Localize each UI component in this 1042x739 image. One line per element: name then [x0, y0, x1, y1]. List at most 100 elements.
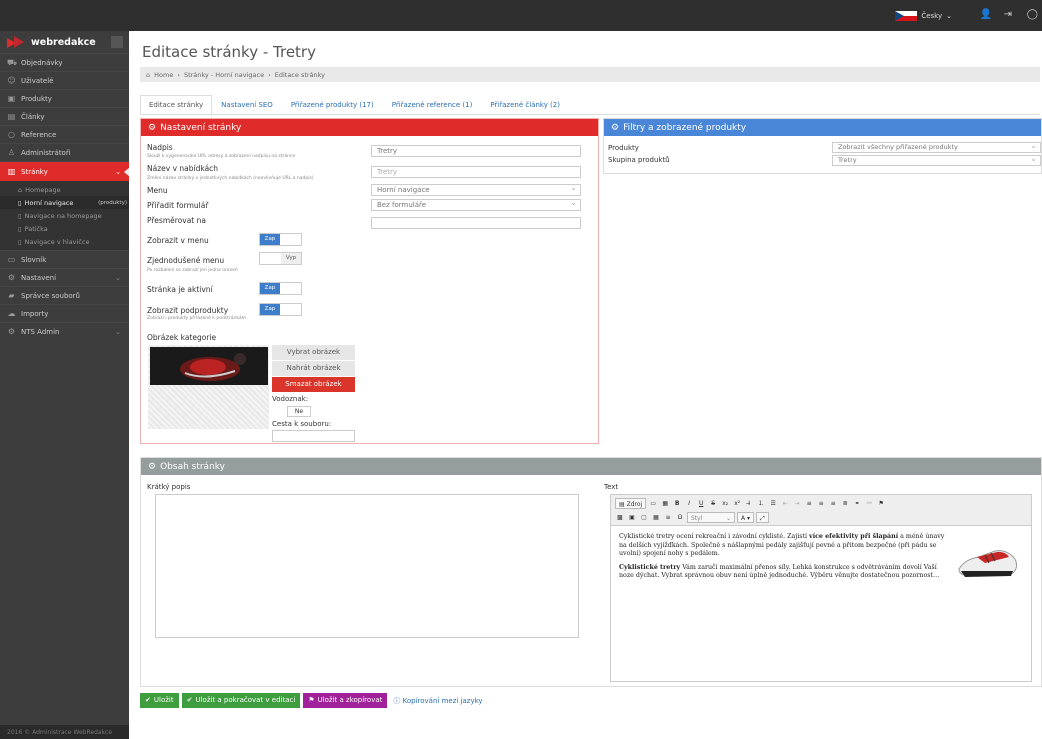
image-icon[interactable]: ▩ — [615, 512, 625, 523]
indent-icon[interactable]: ⇥ — [792, 498, 802, 509]
nazev-input[interactable]: Tretry — [371, 166, 581, 178]
align-right-icon[interactable]: ≡ — [828, 498, 838, 509]
users-icon: ☺ — [7, 76, 16, 85]
sidebar-item-reference[interactable]: ○ Reference — [0, 125, 129, 143]
sidebar-item-files[interactable]: ▰ Správce souborů — [0, 286, 129, 304]
brand[interactable]: webredakce — [0, 31, 129, 53]
flash-icon[interactable]: ▣ — [627, 512, 637, 523]
special-char-icon[interactable]: Ω — [675, 512, 685, 523]
path-label: Cesta k souboru: — [272, 420, 332, 428]
short-desc-textarea[interactable] — [155, 494, 579, 638]
breadcrumb-separator: › — [177, 71, 180, 79]
sidebar-subitem-footer[interactable]: ▯ Patička — [0, 222, 129, 235]
anchor-icon[interactable]: ⚑ — [876, 498, 886, 509]
main-content: Editace stránky - Tretry ⌂ Home › Stránk… — [129, 31, 1042, 739]
sidebar-item-dictionary[interactable]: ▭ Slovník — [0, 250, 129, 268]
breadcrumb-home[interactable]: Home — [154, 71, 173, 79]
sidebar-item-imports[interactable]: ☁ Importy — [0, 304, 129, 322]
underline-icon[interactable]: U — [696, 498, 706, 509]
show-menu-toggle[interactable]: Zap — [259, 233, 302, 246]
language-switcher[interactable]: Česky ⌄ — [895, 11, 952, 21]
numbered-list-icon[interactable]: ⒈ — [756, 498, 766, 509]
user-icon[interactable]: 👤 — [980, 9, 992, 20]
button-label: Uložit — [153, 696, 174, 704]
sidebar-item-label: Uživatelé — [21, 76, 54, 85]
page-settings-panel: ⚙ Nastavení stránky Nadpis Slouží k vygen… — [140, 118, 599, 444]
sidebar-subitem-header-nav[interactable]: ▯ Navigace v hlavičce — [0, 235, 129, 248]
save-continue-button[interactable]: ✔ Uložit a pokračovat v editaci — [181, 693, 301, 708]
save-copy-button[interactable]: ⚑ Uložit a zkopírovat — [303, 693, 388, 708]
maximize-icon[interactable]: ⤢ — [756, 512, 769, 523]
toggle-off-label: Vyp — [281, 253, 301, 264]
tab-seo[interactable]: Nastavení SEO — [212, 95, 282, 115]
hr-icon[interactable]: ≡ — [663, 512, 673, 523]
sidebar-item-label: Nastavení — [21, 273, 57, 282]
nazev-label: Název v nabídkách — [147, 164, 219, 173]
sidebar-subitem-homepage[interactable]: ⌂ Homepage — [0, 183, 129, 196]
upload-image-button[interactable]: Nahrát obrázek — [272, 361, 355, 376]
justify-icon[interactable]: ≣ — [840, 498, 850, 509]
settings-icon[interactable]: ◯ — [1027, 9, 1038, 20]
gear-icon: ⚙ — [7, 327, 16, 336]
sidebar-item-nts-admin[interactable]: ⚙ NTS Admin ⌄ — [0, 322, 129, 340]
nadpis-input[interactable]: Tretry — [371, 145, 581, 157]
sidebar-item-pages[interactable]: ▥ Stránky ⌄ — [0, 161, 130, 181]
show-menu-label: Zobrazit v menu — [147, 236, 209, 245]
products-select[interactable]: Zobrazit všechny přiřazené produkty — [832, 141, 1041, 153]
path-input[interactable] — [272, 430, 355, 442]
align-left-icon[interactable]: ≡ — [804, 498, 814, 509]
unlink-icon[interactable]: ⚯ — [864, 498, 874, 509]
breadcrumb-pages[interactable]: Stránky - Horní navigace — [184, 71, 264, 79]
iframe-icon[interactable]: ▢ — [639, 512, 649, 523]
paste-icon[interactable]: ▦ — [660, 498, 670, 509]
copy-languages-link[interactable]: ⓘ Kopírování mezi jazyky — [393, 696, 482, 706]
watermark-select[interactable]: Ne — [287, 406, 311, 417]
sidebar-item-orders[interactable]: ⛟ Objednávky — [0, 53, 129, 71]
sidebar-item-articles[interactable]: ▤ Články — [0, 107, 129, 125]
italic-icon[interactable]: I — [684, 498, 694, 509]
source-button[interactable]: ▤ Zdroj — [615, 498, 647, 509]
align-center-icon[interactable]: ≡ — [816, 498, 826, 509]
active-toggle[interactable]: Zap — [259, 282, 302, 295]
delete-image-button[interactable]: Smazat obrázek — [272, 377, 355, 392]
redirect-input[interactable] — [371, 217, 581, 229]
text-color-button[interactable]: A ▾ — [737, 512, 755, 523]
sidebar-item-admins[interactable]: ♙ Administrátoři — [0, 143, 129, 161]
filters-panel: ⚙ Filtry a zobrazené produkty Produkty Zo… — [603, 118, 1042, 174]
logout-icon[interactable]: ⇥ — [1004, 9, 1012, 20]
tab-assigned-products[interactable]: Přiřazené produkty (17) — [282, 95, 383, 115]
outdent-icon[interactable]: ⇤ — [780, 498, 790, 509]
link-label: Kopírování mezi jazyky — [402, 696, 483, 705]
subscript-icon[interactable]: x₂ — [720, 498, 730, 509]
table-icon[interactable]: ▦ — [651, 512, 661, 523]
sidebar-item-products[interactable]: ▣ Produkty — [0, 89, 129, 107]
group-select[interactable]: Tretry — [832, 154, 1041, 166]
sidebar-subitem-top-nav[interactable]: ▯ Horní navigace (produkty) — [0, 196, 129, 209]
sidebar-item-settings[interactable]: ⚙ Nastavení ⌄ — [0, 268, 129, 286]
remove-format-icon[interactable]: I̶ — [744, 498, 754, 509]
menu-toggle-icon[interactable] — [111, 36, 123, 48]
form-select[interactable]: Bez formuláře — [371, 198, 581, 211]
tab-assigned-references[interactable]: Přiřazené reference (1) — [383, 95, 482, 115]
page-title: Editace stránky - Tretry — [142, 43, 316, 61]
editor-content[interactable]: Cyklistické tretry ocení rekreační i záv… — [619, 533, 949, 586]
save-button[interactable]: ✔ Uložit — [140, 693, 179, 708]
bold-icon[interactable]: B — [672, 498, 682, 509]
style-select[interactable]: Styl ⌄ — [687, 512, 735, 523]
strike-icon[interactable]: S — [708, 498, 718, 509]
tab-edit-page[interactable]: Editace stránky — [140, 95, 213, 115]
sidebar-item-users[interactable]: ☺ Uživatelé — [0, 71, 129, 89]
czech-flag-icon — [895, 11, 918, 21]
bullet-list-icon[interactable]: ☰ — [768, 498, 778, 509]
save-doc-icon[interactable]: ▭ — [648, 498, 658, 509]
menu-select[interactable]: Horní navigace — [371, 183, 581, 196]
rich-text-editor[interactable]: ▤ Zdroj ▭ ▦ B I U S x₂ x² I̶ ⒈ ☰ ⇤ ⇥ ≡ ≡ — [610, 494, 1032, 682]
subproducts-toggle[interactable]: Zap — [259, 303, 302, 316]
sidebar-subitem-home-nav[interactable]: ▯ Navigace na homepage — [0, 209, 129, 222]
brand-name: webredakce — [31, 36, 96, 48]
superscript-icon[interactable]: x² — [732, 498, 742, 509]
tab-assigned-articles[interactable]: Přiřazené články (2) — [481, 95, 569, 115]
link-icon[interactable]: ⚭ — [852, 498, 862, 509]
choose-image-button[interactable]: Vybrat obrázek — [272, 345, 355, 360]
simple-menu-toggle[interactable]: Vyp — [259, 252, 302, 265]
